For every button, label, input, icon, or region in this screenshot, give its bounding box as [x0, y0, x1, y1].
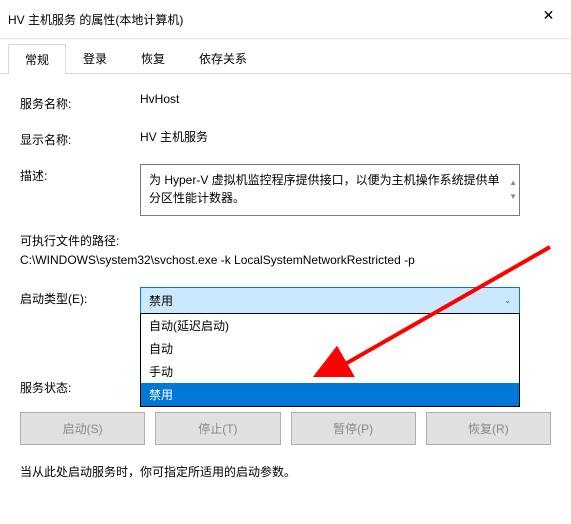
description-text: 为 Hyper-V 虚拟机监控程序提供接口，以便为主机操作系统提供单分区性能计数… [149, 173, 500, 205]
scroll-up-icon[interactable]: ▲ [509, 177, 517, 189]
dropdown-option-auto[interactable]: 自动 [141, 337, 519, 360]
tab-content: 服务名称: HvHost 显示名称: HV 主机服务 描述: 为 Hyper-V… [0, 74, 571, 498]
footer-text: 当从此处启动服务时，你可指定所适用的启动参数。 [20, 463, 551, 480]
exec-path-label: 可执行文件的路径: [20, 232, 551, 249]
exec-path-section: 可执行文件的路径: C:\WINDOWS\system32\svchost.ex… [20, 232, 551, 267]
chevron-down-icon: ⌄ [504, 296, 511, 305]
titlebar: HV 主机服务 的属性(本地计算机) ✕ [0, 0, 571, 39]
tab-bar: 常规 登录 恢复 依存关系 [0, 43, 571, 74]
window-title: HV 主机服务 的属性(本地计算机) [8, 11, 183, 28]
start-button[interactable]: 启动(S) [20, 412, 145, 445]
stop-button[interactable]: 停止(T) [155, 412, 280, 445]
dropdown-option-manual[interactable]: 手动 [141, 360, 519, 383]
startup-type-dropdown: 自动(延迟启动) 自动 手动 禁用 [140, 313, 520, 407]
service-status-label: 服务状态: [20, 376, 140, 396]
startup-type-select[interactable]: 禁用 ⌄ [140, 287, 520, 314]
dropdown-option-auto-delayed[interactable]: 自动(延迟启动) [141, 314, 519, 337]
tab-recovery[interactable]: 恢复 [124, 43, 182, 73]
service-buttons: 启动(S) 停止(T) 暂停(P) 恢复(R) [20, 412, 551, 445]
tab-general[interactable]: 常规 [8, 44, 66, 74]
display-name-value: HV 主机服务 [140, 128, 551, 145]
exec-path-value: C:\WINDOWS\system32\svchost.exe -k Local… [20, 253, 551, 267]
tab-dependencies[interactable]: 依存关系 [182, 43, 264, 73]
service-name-value: HvHost [140, 92, 551, 106]
resume-button[interactable]: 恢复(R) [426, 412, 551, 445]
description-label: 描述: [20, 164, 140, 184]
dropdown-option-disabled[interactable]: 禁用 [141, 383, 519, 406]
description-row: 描述: 为 Hyper-V 虚拟机监控程序提供接口，以便为主机操作系统提供单分区… [20, 164, 551, 216]
startup-type-label: 启动类型(E): [20, 287, 140, 307]
display-name-row: 显示名称: HV 主机服务 [20, 128, 551, 148]
pause-button[interactable]: 暂停(P) [291, 412, 416, 445]
close-button[interactable]: ✕ [526, 0, 571, 30]
startup-type-select-wrapper: 禁用 ⌄ 自动(延迟启动) 自动 手动 禁用 [140, 287, 520, 314]
description-scroll: ▲ ▼ [509, 177, 517, 203]
tab-logon[interactable]: 登录 [66, 43, 124, 73]
description-box: 为 Hyper-V 虚拟机监控程序提供接口，以便为主机操作系统提供单分区性能计数… [140, 164, 520, 216]
startup-type-selected: 禁用 [149, 292, 173, 309]
close-icon: ✕ [543, 7, 555, 24]
service-name-row: 服务名称: HvHost [20, 92, 551, 112]
display-name-label: 显示名称: [20, 128, 140, 148]
startup-type-row: 启动类型(E): 禁用 ⌄ 自动(延迟启动) 自动 手动 禁用 [20, 287, 551, 314]
service-name-label: 服务名称: [20, 92, 140, 112]
scroll-down-icon[interactable]: ▼ [509, 191, 517, 203]
